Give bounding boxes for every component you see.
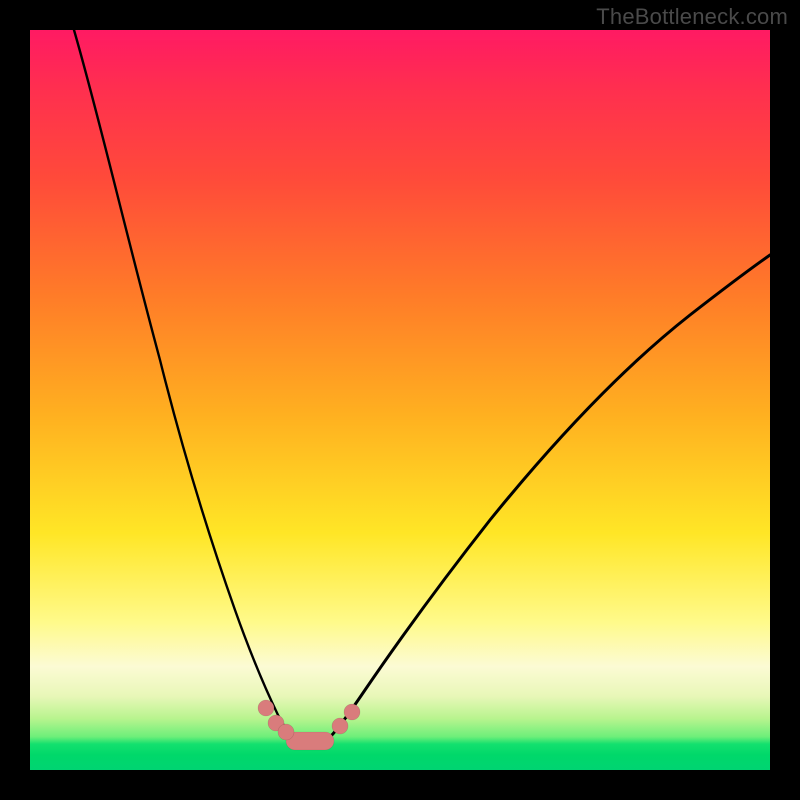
plot-area: [30, 30, 770, 770]
right-branch: [326, 255, 770, 741]
chart-frame: TheBottleneck.com: [0, 0, 800, 800]
curve-svg: [30, 30, 770, 770]
left-branch: [74, 30, 298, 741]
watermark-text: TheBottleneck.com: [596, 4, 788, 30]
